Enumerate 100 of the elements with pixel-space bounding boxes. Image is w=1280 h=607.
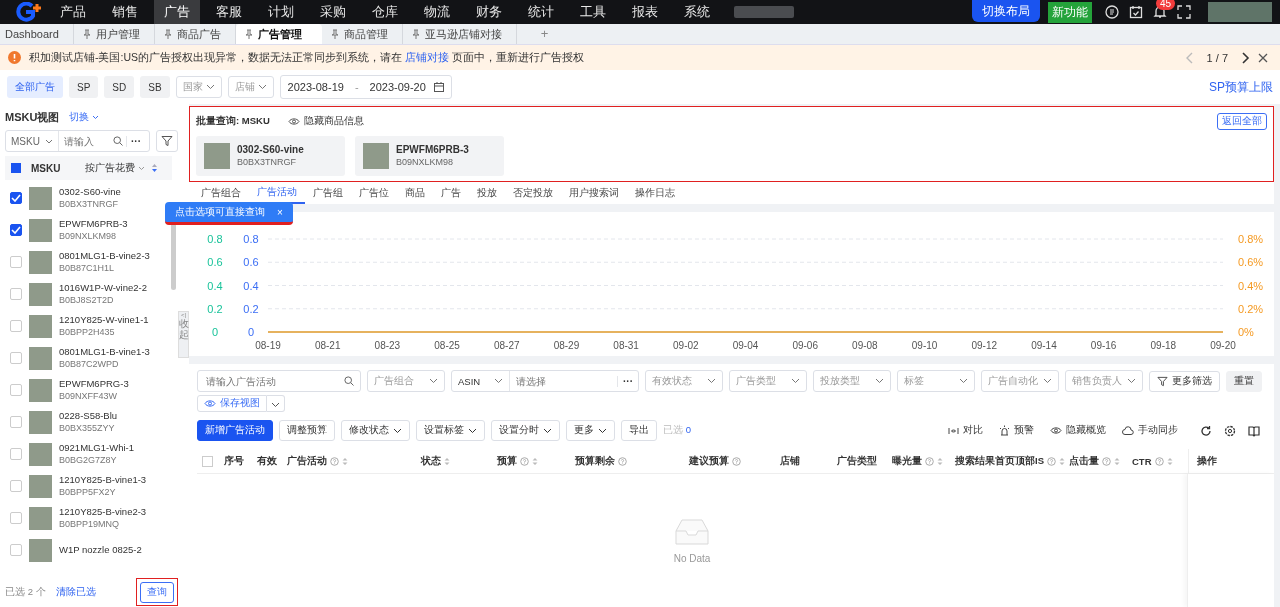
action-button[interactable]: 导出 (621, 420, 657, 441)
asin-filter-field[interactable]: ASIN 请选择 ··· (451, 370, 639, 392)
nav-menu-item[interactable]: 计划 (258, 0, 304, 24)
column-header[interactable]: 搜索结果首页顶部IS (953, 454, 1067, 468)
page-tab[interactable]: 广告管理 (235, 24, 322, 44)
ad-type-filter[interactable]: 全部广告 (7, 76, 63, 98)
dropdown-button[interactable]: 修改状态 (341, 420, 410, 441)
msku-text[interactable]: 0302-S60-vine (59, 186, 121, 198)
msku-text[interactable]: 0228-S58-Blu (59, 410, 118, 422)
nav-menu-item[interactable]: 广告 (154, 0, 200, 24)
dropdown-button[interactable]: 更多 (566, 420, 615, 441)
column-header[interactable]: 点击量 (1067, 454, 1130, 468)
select-all-checkbox[interactable] (11, 163, 21, 173)
sort-icon[interactable] (151, 163, 158, 173)
msku-text[interactable]: 1016W1P-W-vine2-2 (59, 282, 147, 294)
page-tab[interactable]: Dashboard (0, 24, 74, 44)
toolbar-button[interactable]: 预警 (999, 424, 1034, 437)
search-input[interactable]: 请输入广告活动 (204, 374, 344, 388)
toolbar-button[interactable]: 对比 (948, 424, 983, 437)
book-icon[interactable] (1248, 424, 1260, 437)
nav-menu-item[interactable]: 客服 (206, 0, 252, 24)
item-checkbox[interactable] (10, 192, 22, 204)
column-header[interactable]: 序号 (222, 454, 255, 468)
add-campaign-button[interactable]: 新增广告活动 (197, 420, 273, 441)
page-tab[interactable]: 用户管理 (73, 24, 155, 44)
search-input[interactable]: 请输入 (61, 134, 110, 148)
filter-button[interactable] (156, 130, 178, 152)
sp-budget-link[interactable]: SP预算上限 (1209, 78, 1273, 96)
column-header[interactable]: CTR (1130, 455, 1185, 467)
sort-icon[interactable] (532, 456, 538, 466)
more-button[interactable]: ··· (126, 135, 145, 147)
item-checkbox[interactable] (10, 224, 22, 236)
ad-type-filter[interactable]: SP (69, 76, 99, 98)
switch-view-button[interactable]: 切换 (69, 110, 100, 124)
msku-text[interactable]: 0801MLG1-B-vine2-3 (59, 250, 150, 262)
previous-icon[interactable] (1184, 51, 1195, 64)
save-view-button[interactable]: 保存视图 (197, 395, 267, 412)
refresh-icon[interactable] (1200, 424, 1212, 437)
msku-text[interactable]: W1P nozzle 0825-2 (59, 544, 142, 556)
page-tab[interactable]: 商品广告 (154, 24, 236, 44)
view-tab[interactable]: 广告 (433, 182, 469, 204)
calendar-check-icon[interactable] (1129, 5, 1143, 19)
msku-text[interactable]: 0921MLG1-Whi-1 (59, 442, 134, 454)
nav-menu-item[interactable]: 物流 (414, 0, 460, 24)
column-header[interactable]: 预算 (495, 454, 573, 468)
column-header[interactable]: 广告类型 (835, 454, 890, 468)
reset-button[interactable]: 重置 (1226, 370, 1262, 392)
view-tab[interactable]: 广告组合 (193, 182, 249, 204)
fullscreen-icon[interactable] (1177, 5, 1191, 19)
nav-menu-item[interactable]: 统计 (518, 0, 564, 24)
column-header[interactable]: 建议预算 (687, 454, 778, 468)
asin-input[interactable]: 请选择 (510, 374, 617, 388)
campaign-search-field[interactable]: 请输入广告活动 (197, 370, 361, 392)
close-icon[interactable] (1258, 52, 1268, 63)
toolbar-button[interactable]: 隐藏概览 (1050, 424, 1106, 437)
page-tab[interactable]: 亚马逊店铺对接 (402, 24, 517, 44)
page-tab[interactable]: 商品管理 (321, 24, 403, 44)
hide-product-info-button[interactable]: 隐藏商品信息 (287, 114, 364, 128)
toolbar-button[interactable]: 手动同步 (1122, 424, 1178, 437)
close-tooltip-button[interactable]: × (277, 205, 283, 219)
view-tab[interactable]: 投放 (469, 182, 505, 204)
date-range-field[interactable]: 2023-08-19 - 2023-09-20 (279, 75, 452, 99)
view-tab[interactable]: 用户搜索词 (561, 182, 627, 204)
settings-icon[interactable] (1224, 424, 1236, 437)
circle-icon[interactable] (1105, 5, 1119, 19)
user-avatar-placeholder[interactable] (1208, 2, 1272, 22)
sort-select[interactable]: 按广告花费 (85, 161, 145, 175)
msku-text[interactable]: 0801MLG1-B-vine1-3 (59, 346, 150, 358)
msku-text[interactable]: 1210Y825-B-vine1-3 (59, 474, 147, 486)
nav-menu-item[interactable]: 销售 (102, 0, 148, 24)
field-select[interactable]: MSKU (6, 131, 59, 151)
shop-link[interactable]: 店铺对接 (404, 50, 449, 63)
column-header[interactable]: 状态 (419, 454, 495, 468)
view-tab[interactable]: 广告位 (351, 182, 397, 204)
action-button[interactable]: 调整预算 (279, 420, 335, 441)
sort-icon[interactable] (937, 456, 943, 466)
nav-menu-item[interactable]: 采购 (310, 0, 356, 24)
column-header[interactable]: 曝光量 (890, 454, 953, 468)
view-tab[interactable]: 广告组 (305, 182, 351, 204)
nav-menu-item[interactable]: 报表 (622, 0, 668, 24)
column-header[interactable]: 广告活动 (285, 454, 419, 468)
ad-type-filter[interactable]: SD (104, 76, 135, 98)
msku-text[interactable]: 1210Y825-W-vine1-1 (59, 314, 149, 326)
more-filters-button[interactable]: 更多筛选 (1149, 370, 1220, 392)
return-all-button[interactable]: 返回全部 (1217, 112, 1267, 130)
sort-icon[interactable] (1059, 456, 1065, 466)
nav-menu-item[interactable]: 产品 (50, 0, 96, 24)
nav-menu-item[interactable]: 系统 (674, 0, 720, 24)
sort-icon[interactable] (1166, 456, 1173, 466)
view-tab[interactable]: 否定投放 (505, 182, 561, 204)
view-tab[interactable]: 操作日志 (627, 182, 683, 204)
msku-text[interactable]: 1210Y825-B-vine2-3 (59, 506, 147, 518)
sort-icon[interactable] (342, 456, 348, 466)
query-button[interactable]: 查询 (140, 582, 174, 603)
search-icon[interactable] (113, 136, 123, 146)
save-view-dropdown[interactable] (267, 395, 285, 412)
dropdown-button[interactable]: 设置标签 (416, 420, 485, 441)
clear-selection-link[interactable]: 清除已选 (55, 585, 96, 599)
more-button[interactable]: ··· (617, 375, 638, 387)
switch-layout-button[interactable]: 切换布局 (972, 0, 1040, 22)
